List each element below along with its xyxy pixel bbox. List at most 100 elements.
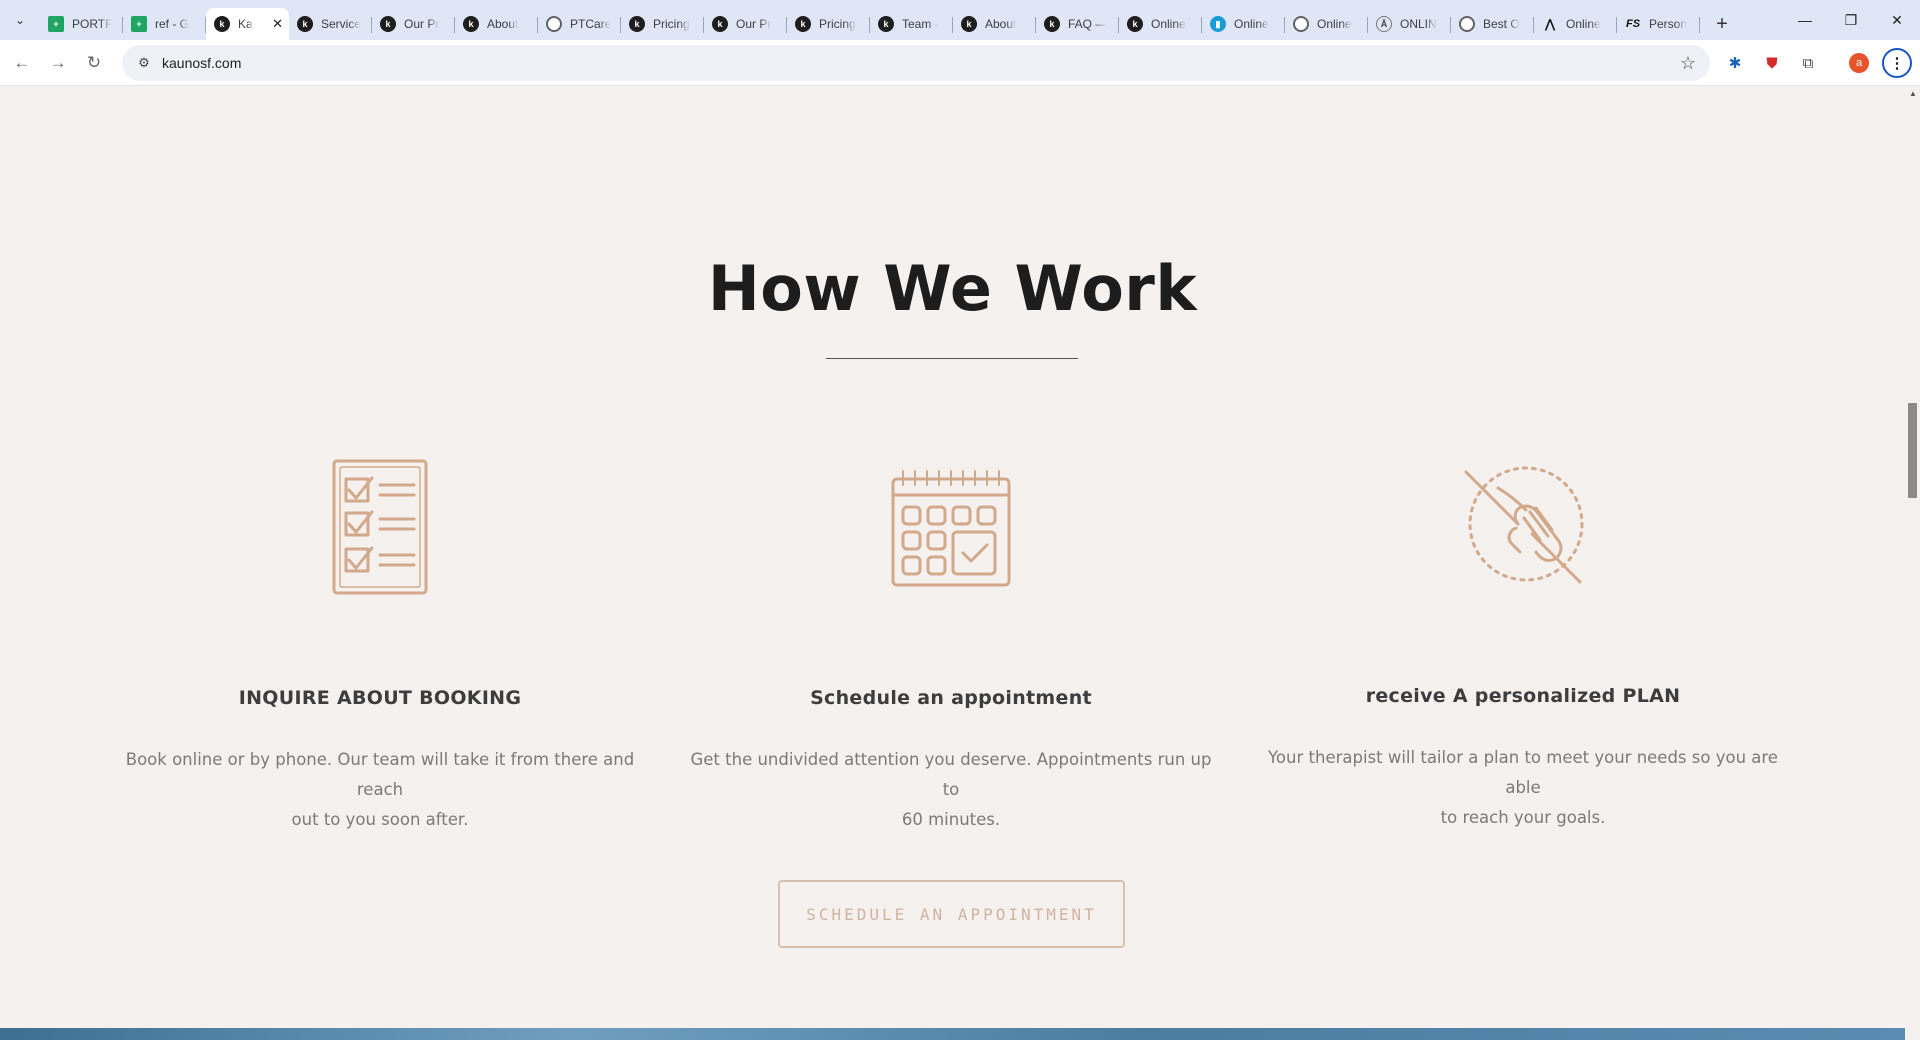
browser-tab[interactable]: + PORTF [40,8,123,40]
tab-favicon-icon: FS [1625,18,1641,30]
step-description-line: out to you soon after. [291,810,469,829]
tab-label: Team - [902,17,939,31]
tab-label: Online [1234,17,1269,31]
tab-favicon-icon: Å [1376,16,1392,32]
step-title: Schedule an appointment [810,687,1092,709]
tab-favicon-icon: k [214,16,230,32]
tab-favicon-icon: ⋀ [1545,17,1555,31]
browser-tab[interactable]: k FAQ — [1036,8,1119,40]
section-heading: How We Work [707,252,1198,325]
step-plan: receive A personalized PLAN Your therapi… [1243,447,1803,833]
reload-icon[interactable]: ↻ [76,45,112,81]
tab-search-icon[interactable]: ⌄ [0,0,40,40]
browser-tab[interactable]: Å ONLIN [1368,8,1451,40]
step-description: Get the undivided attention you deserve.… [681,745,1221,835]
bookmark-star-icon[interactable]: ☆ [1680,53,1696,74]
tab-label: Service [321,17,362,31]
scrollbar-thumb[interactable] [1908,403,1917,498]
browser-tab[interactable]: k Team - [870,8,953,40]
browser-tab[interactable]: k Pricing [621,8,704,40]
browser-tab[interactable]: k Service [289,8,372,40]
minimize-icon[interactable]: — [1782,0,1828,40]
browser-tab[interactable]: k Online [1119,8,1202,40]
tab-favicon-icon: + [48,16,64,32]
extensions-puzzle-icon[interactable]: ⧉ [1792,47,1824,79]
tab-label: Our Pr [736,17,772,31]
step-description-line: Book online or by phone. Our team will t… [125,750,635,799]
tab-favicon-icon [1293,16,1309,32]
step-description-line: Your therapist will tailor a plan to mee… [1268,748,1778,797]
footer-image-band [0,1028,1905,1040]
tab-label: Person [1649,17,1688,31]
site-info-icon[interactable]: ⚙ [126,55,162,71]
tab-label: FAQ — [1068,17,1108,31]
new-tab-icon[interactable]: + [1706,8,1738,40]
shield-extension-icon[interactable]: ⛊ [1756,47,1788,79]
page-scrollbar[interactable]: ▲ [1905,87,1920,1040]
tab-label: PTCare [570,17,612,31]
tab-label: Pricing [819,17,856,31]
browser-tab[interactable]: ⋀ Online [1534,8,1617,40]
browser-tab[interactable]: PTCare [538,8,621,40]
tab-label: ONLIN [1400,17,1437,31]
tab-label: Ka [238,17,253,31]
checklist-icon [100,447,660,607]
tab-label: PORTF [72,17,113,31]
browser-tab[interactable]: k Our Pr [704,8,787,40]
tab-label: Best O [1483,17,1520,31]
calendar-icon [671,447,1231,607]
menu-kebab-icon[interactable]: ⋮ [1882,48,1912,78]
address-bar[interactable]: ⚙ kaunosf.com ☆ [122,45,1710,81]
tab-label: About [487,17,519,31]
browser-tab[interactable]: + ref - G [123,8,206,40]
tab-favicon-icon: k [380,16,396,32]
heading-divider [826,358,1078,359]
tab-list: + PORTF + ref - G k Ka ✕ k Service k Our Pr k About P… [40,0,1700,40]
browser-tab[interactable]: k Ka ✕ [206,8,289,40]
tab-favicon-icon: k [795,16,811,32]
tab-favicon-icon: k [297,16,313,32]
browser-tab[interactable]: ▮ Online [1202,8,1285,40]
tab-label: Online [1151,17,1186,31]
tab-label: Online [1566,17,1601,31]
window-controls: — ❐ ✕ [1782,0,1920,40]
tab-favicon-icon: k [629,16,645,32]
tab-favicon-icon: k [712,16,728,32]
extension-icon[interactable]: ✱ [1719,47,1751,79]
step-description: Your therapist will tailor a plan to mee… [1253,743,1793,833]
step-description-line: Get the undivided attention you deserve.… [690,750,1212,799]
browser-tab[interactable]: FS Person [1617,8,1700,40]
tab-close-icon[interactable]: ✕ [272,16,283,32]
tab-label: About [985,17,1017,31]
tab-favicon-icon [546,16,562,32]
close-window-icon[interactable]: ✕ [1874,0,1920,40]
page-content: How We Work INQUIRE ABOUT BOOKING Book o… [0,87,1905,1040]
tab-label: Our Pr [404,17,440,31]
tab-strip: ⌄ + PORTF + ref - G k Ka ✕ k Service k Our Pr k Abou… [0,0,1920,40]
url-text[interactable]: kaunosf.com [162,55,241,71]
scroll-up-arrow-icon[interactable]: ▲ [1909,89,1917,98]
tab-favicon-icon: k [878,16,894,32]
helping-hands-icon [1243,447,1803,607]
tab-favicon-icon: k [1044,16,1060,32]
browser-toolbar: ← → ↻ ⚙ kaunosf.com ☆ ✱ ⛊ ⧉ a ⋮ [0,40,1920,86]
tab-label: ref - G [155,17,190,31]
restore-icon[interactable]: ❐ [1828,0,1874,40]
browser-tab[interactable]: Best O [1451,8,1534,40]
browser-tab[interactable]: k Our Pr [372,8,455,40]
schedule-appointment-button[interactable]: SCHEDULE AN APPOINTMENT [778,880,1125,948]
step-schedule: Schedule an appointment Get the undivide… [671,447,1231,835]
browser-tab[interactable]: k Pricing [787,8,870,40]
browser-tab[interactable]: k About [455,8,538,40]
forward-icon[interactable]: → [40,45,76,81]
step-description-line: 60 minutes. [901,810,1001,829]
tab-favicon-icon [1459,16,1475,32]
profile-avatar[interactable]: a [1843,47,1875,79]
step-title: receive A personalized PLAN [1365,685,1681,707]
step-inquire: INQUIRE ABOUT BOOKING Book online or by … [100,447,660,835]
browser-tab[interactable]: k About [953,8,1036,40]
tab-label: Pricing [653,17,690,31]
back-icon[interactable]: ← [4,45,40,81]
tab-favicon-icon: k [463,16,479,32]
browser-tab[interactable]: Online [1285,8,1368,40]
